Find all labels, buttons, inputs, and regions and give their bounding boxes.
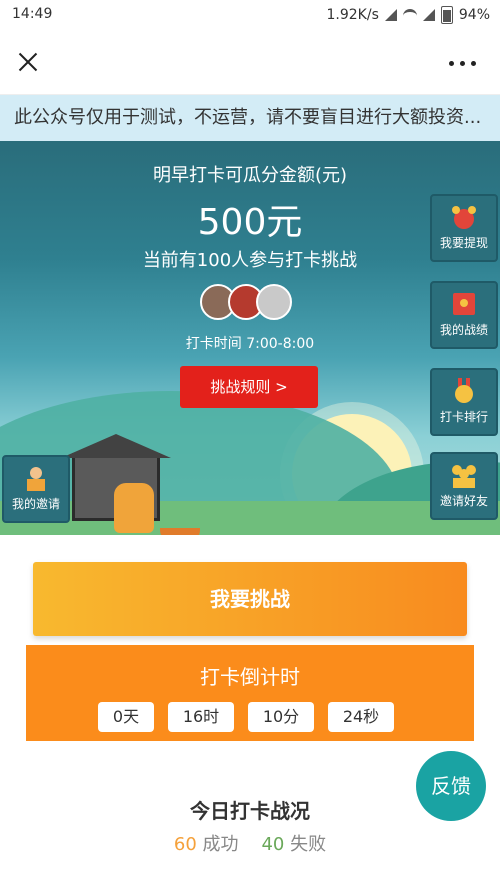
checkin-time: 打卡时间 7:00-8:00 (185, 336, 315, 352)
success-count: 60 (173, 834, 197, 855)
my-record-button[interactable]: 我的战绩 (430, 281, 498, 349)
participants-text: 当前有100人参与打卡挑战 (142, 250, 358, 271)
ranking-label: 打卡排行 (439, 410, 488, 424)
countdown-hours: 16时 (168, 702, 234, 732)
battery-icon (440, 6, 453, 24)
fail-label: 失败 (290, 834, 327, 855)
notice-banner: 此公众号仅用于测试，不运营，请不要盲目进行大额投资... (0, 95, 500, 141)
dog-illustration (114, 483, 154, 533)
my-invites-label: 我的邀请 (11, 497, 60, 511)
status-bar: 14:49 1.92K/s 94% (0, 0, 500, 30)
fail-count: 40 (261, 834, 285, 855)
challenge-button[interactable]: 我要挑战 (33, 562, 467, 636)
bowl-illustration (160, 528, 200, 535)
participant-avatars (200, 284, 292, 320)
battery-percent: 94% (458, 7, 490, 23)
people-icon (452, 465, 476, 488)
countdown-minutes: 10分 (248, 702, 314, 732)
more-menu-icon[interactable] (449, 61, 476, 66)
money-bag-icon (452, 206, 476, 229)
countdown-title: 打卡倒计时 (200, 665, 300, 689)
network-speed: 1.92K/s (326, 7, 379, 23)
countdown-seconds: 24秒 (328, 702, 394, 732)
success-label: 成功 (202, 834, 239, 855)
withdraw-label: 我要提现 (439, 236, 488, 250)
withdraw-button[interactable]: 我要提现 (430, 194, 498, 262)
avatar (256, 284, 292, 320)
prize-amount: 500元 (197, 202, 303, 243)
rules-button[interactable]: 挑战规则 > (180, 366, 318, 408)
medal-icon (455, 378, 473, 403)
invite-friends-button[interactable]: 邀请好友 (430, 452, 498, 520)
my-invites-button[interactable]: 我的邀请 (2, 455, 70, 523)
close-icon[interactable] (16, 50, 40, 74)
nav-bar (0, 30, 500, 95)
countdown-cells: 0天 16时 10分 24秒 (98, 702, 394, 732)
signal-icon (384, 9, 397, 21)
hero-section: 明早打卡可瓜分金额(元) 500元 当前有100人参与打卡挑战 打卡时间 7:0… (0, 141, 500, 535)
ranking-button[interactable]: 打卡排行 (430, 368, 498, 436)
invite-friends-label: 邀请好友 (439, 494, 488, 508)
signal-icon-2 (422, 9, 435, 21)
person-icon (27, 467, 45, 491)
countdown-panel: 打卡倒计时 0天 16时 10分 24秒 (26, 645, 474, 741)
today-title: 今日打卡战况 (190, 799, 310, 823)
my-record-label: 我的战绩 (439, 323, 488, 337)
today-stats: 60 成功 40 失败 (0, 830, 500, 856)
countdown-days: 0天 (98, 702, 154, 732)
wifi-icon (402, 8, 417, 22)
status-icons: 1.92K/s 94% (326, 6, 490, 24)
clock: 14:49 (12, 6, 53, 22)
prize-title: 明早打卡可瓜分金额(元) (152, 165, 348, 186)
red-envelope-icon (453, 293, 475, 315)
